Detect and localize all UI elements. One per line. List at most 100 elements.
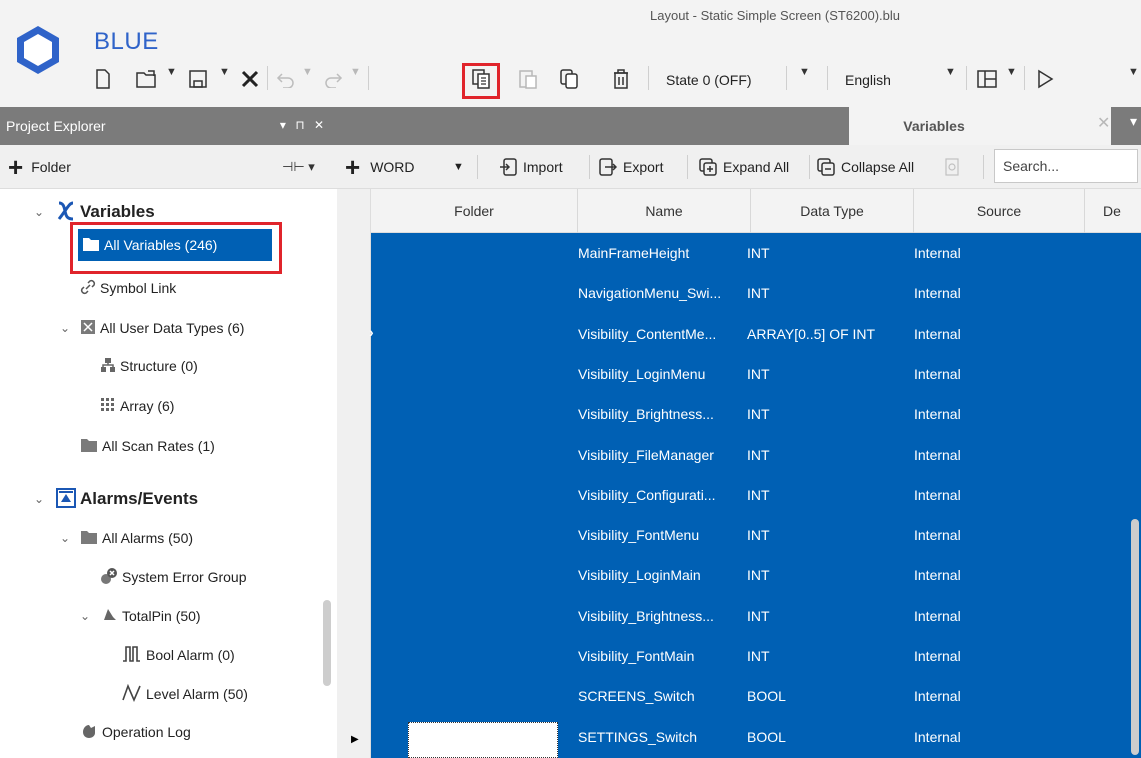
table-row[interactable]: › Visibility_ContentMe... ARRAY[0..5] OF I… xyxy=(369,314,1141,354)
cell-name[interactable]: Visibility_Configurati... xyxy=(578,487,715,503)
copy-icon[interactable] xyxy=(468,64,494,94)
cell-data-type[interactable]: INT xyxy=(747,487,770,503)
save-dropdown-icon[interactable]: ▼ xyxy=(219,66,230,78)
collapse-chevron-icon[interactable]: ⌄ xyxy=(60,321,70,335)
open-folder-icon[interactable] xyxy=(134,64,160,94)
panel-controls-icon[interactable]: ▾ ⊓ ✕ xyxy=(280,118,327,132)
cell-source[interactable]: Internal xyxy=(914,688,961,704)
cell-source[interactable]: Internal xyxy=(914,527,961,543)
tab-menu-icon[interactable]: ▾ xyxy=(1130,113,1137,130)
column-header-description[interactable]: De xyxy=(1085,189,1141,233)
tree-node-operation-log[interactable]: Operation Log xyxy=(80,719,191,745)
tree-node-all-alarms[interactable]: ⌄ All Alarms (50) xyxy=(60,525,193,551)
cell-source[interactable]: Internal xyxy=(914,567,961,583)
cell-data-type[interactable]: BOOL xyxy=(747,729,786,745)
tree-node-array[interactable]: Array (6) xyxy=(100,393,174,419)
tree-node-level-alarm[interactable]: Level Alarm (50) xyxy=(122,681,248,707)
cell-source[interactable]: Internal xyxy=(914,608,961,624)
close-tab-icon[interactable]: ✕ xyxy=(1097,113,1110,133)
find-icon[interactable] xyxy=(945,153,965,181)
pin-dropdown-icon[interactable]: ⊣⊢ ▾ xyxy=(282,159,315,175)
grid-scrollbar[interactable] xyxy=(1131,519,1139,755)
table-row[interactable]: Visibility_Brightness... INT Internal xyxy=(371,596,1141,636)
column-header-name[interactable]: Name xyxy=(578,189,751,233)
row-expand-chevron-icon[interactable]: › xyxy=(369,324,374,340)
collapse-all-button[interactable]: Collapse All xyxy=(817,153,914,181)
cell-source[interactable]: Internal xyxy=(914,447,961,463)
cell-source[interactable]: Internal xyxy=(914,245,961,261)
language-combo[interactable]: English xyxy=(837,66,957,94)
cell-data-type[interactable]: INT xyxy=(747,608,770,624)
expand-all-button[interactable]: Expand All xyxy=(699,153,789,181)
tree-node-scan-rates[interactable]: All Scan Rates (1) xyxy=(80,433,215,459)
layout-icon[interactable] xyxy=(974,64,1000,94)
search-input[interactable] xyxy=(994,149,1138,183)
tree-node-symbol-link[interactable]: Symbol Link xyxy=(80,275,176,301)
cell-data-type[interactable]: INT xyxy=(747,567,770,583)
delete-icon[interactable] xyxy=(238,64,262,94)
table-row[interactable]: Visibility_FontMenu INT Internal xyxy=(371,515,1141,555)
tree-node-user-data-types[interactable]: ⌄ All User Data Types (6) xyxy=(60,315,244,341)
cell-data-type[interactable]: INT xyxy=(747,366,770,382)
tree-node-totalpin[interactable]: ⌄ TotalPin (50) xyxy=(80,603,201,629)
trash-icon[interactable] xyxy=(609,64,633,94)
table-row[interactable]: MainFrameHeight INT Internal xyxy=(371,233,1141,273)
import-button[interactable]: Import xyxy=(499,153,563,181)
tree-node-all-variables[interactable]: All Variables (246) xyxy=(78,229,272,261)
cell-source[interactable]: Internal xyxy=(914,285,961,301)
column-header-data-type[interactable]: Data Type xyxy=(751,189,914,233)
table-row[interactable]: Visibility_LoginMenu INT Internal xyxy=(371,354,1141,394)
cell-name[interactable]: Visibility_ContentMe... xyxy=(578,326,716,342)
collapse-chevron-icon[interactable]: ⌄ xyxy=(34,492,44,506)
state-combo[interactable]: State 0 (OFF) xyxy=(658,66,792,94)
paste-icon[interactable] xyxy=(516,64,540,94)
cell-name[interactable]: Visibility_LoginMenu xyxy=(578,366,705,382)
cell-data-type[interactable]: INT xyxy=(747,285,770,301)
redo-dropdown-icon[interactable]: ▼ xyxy=(350,66,361,78)
table-row[interactable]: NavigationMenu_Swi... INT Internal xyxy=(371,273,1141,313)
cell-data-type[interactable]: INT xyxy=(747,447,770,463)
layout-dropdown-icon[interactable]: ▼ xyxy=(1006,66,1017,78)
new-file-icon[interactable] xyxy=(91,64,115,94)
cell-data-type[interactable]: INT xyxy=(747,406,770,422)
table-row[interactable]: Visibility_Configurati... INT Internal xyxy=(371,475,1141,515)
collapse-chevron-icon[interactable]: ⌄ xyxy=(60,531,70,545)
redo-icon[interactable] xyxy=(322,64,346,94)
save-icon[interactable] xyxy=(186,64,210,94)
table-row[interactable]: Visibility_LoginMain INT Internal xyxy=(371,555,1141,595)
cell-source[interactable]: Internal xyxy=(914,648,961,664)
undo-dropdown-icon[interactable]: ▼ xyxy=(302,66,313,78)
state-dropdown-icon[interactable]: ▼ xyxy=(799,66,810,78)
undo-icon[interactable] xyxy=(273,64,297,94)
tree-node-structure[interactable]: Structure (0) xyxy=(100,353,198,379)
add-type-dropdown-icon[interactable]: ▼ xyxy=(453,153,464,181)
cell-source[interactable]: Internal xyxy=(914,366,961,382)
collapse-chevron-icon[interactable]: ⌄ xyxy=(34,205,44,219)
open-dropdown-icon[interactable]: ▼ xyxy=(166,66,177,78)
export-button[interactable]: Export xyxy=(599,153,663,181)
cell-name[interactable]: Visibility_Brightness... xyxy=(578,608,714,624)
cell-source[interactable]: Internal xyxy=(914,326,961,342)
table-row[interactable]: Visibility_FontMain INT Internal xyxy=(371,636,1141,676)
cell-name[interactable]: Visibility_Brightness... xyxy=(578,406,714,422)
cell-name[interactable]: Visibility_LoginMain xyxy=(578,567,701,583)
cell-source[interactable]: Internal xyxy=(914,487,961,503)
cell-data-type[interactable]: INT xyxy=(747,527,770,543)
cell-name[interactable]: SCREENS_Switch xyxy=(578,688,695,704)
tree-scrollbar[interactable] xyxy=(323,600,331,686)
cell-name[interactable]: Visibility_FontMain xyxy=(578,648,694,664)
tree-node-bool-alarm[interactable]: Bool Alarm (0) xyxy=(122,642,235,668)
cell-name[interactable]: NavigationMenu_Swi... xyxy=(578,285,721,301)
cell-data-type[interactable]: ARRAY[0..5] OF INT xyxy=(747,326,875,342)
collapse-chevron-icon[interactable]: ⌄ xyxy=(80,609,90,623)
cell-name[interactable]: Visibility_FileManager xyxy=(578,447,714,463)
cell-name[interactable]: SETTINGS_Switch xyxy=(578,729,697,745)
language-dropdown-icon[interactable]: ▼ xyxy=(945,66,956,78)
cell-name[interactable]: Visibility_FontMenu xyxy=(578,527,699,543)
add-variable-button[interactable]: + WORD xyxy=(345,153,415,181)
table-row[interactable]: Visibility_FileManager INT Internal xyxy=(371,435,1141,475)
cell-name[interactable]: MainFrameHeight xyxy=(578,245,689,261)
cell-source[interactable]: Internal xyxy=(914,406,961,422)
add-folder-button[interactable]: + Folder xyxy=(8,153,71,181)
tree-node-alarms-events[interactable]: ⌄ Alarms/Events xyxy=(34,486,198,512)
